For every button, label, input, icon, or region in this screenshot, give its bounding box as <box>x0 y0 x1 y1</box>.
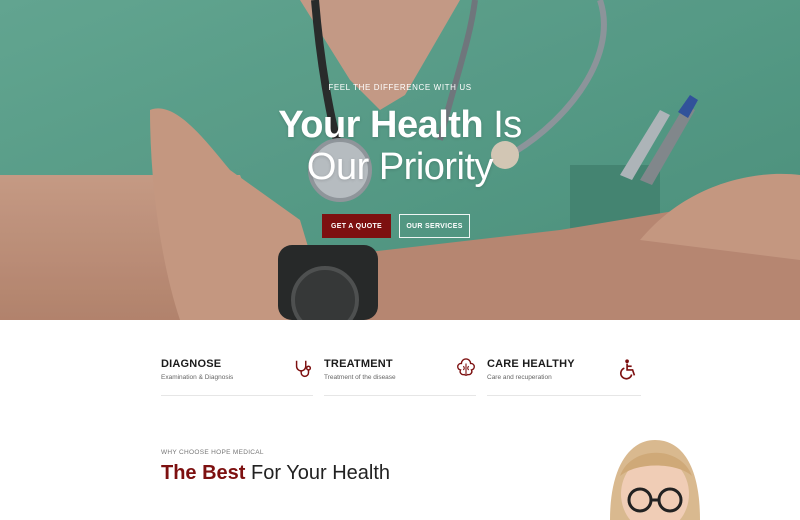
why-title-accent: The Best <box>161 462 246 484</box>
feature-treatment[interactable]: TREATMENT Treatment of the disease <box>324 355 476 396</box>
brain-icon <box>457 358 475 376</box>
hero-section: FEEL THE DIFFERENCE WITH US Your Health … <box>0 0 800 320</box>
features-row: DIAGNOSE Examination & Diagnosis TREATME… <box>161 355 641 397</box>
hero-headline-bold: Your Health <box>278 104 484 146</box>
feature-subtitle: Care and recuperation <box>487 374 552 381</box>
feature-title: CARE HEALTHY <box>487 358 575 370</box>
hero-headline-line1: Your Health Is <box>0 104 800 146</box>
feature-subtitle: Examination & Diagnosis <box>161 374 234 381</box>
why-title: The Best For Your Health <box>161 462 390 485</box>
hero-content: FEEL THE DIFFERENCE WITH US Your Health … <box>0 0 800 320</box>
hero-eyebrow: FEEL THE DIFFERENCE WITH US <box>328 83 472 92</box>
feature-subtitle: Treatment of the disease <box>324 374 396 381</box>
why-eyebrow: WHY CHOOSE HOPE MEDICAL <box>161 449 264 456</box>
get-a-quote-button[interactable]: GET A QUOTE <box>322 214 391 238</box>
why-title-rest: For Your Health <box>251 462 391 484</box>
feature-title: TREATMENT <box>324 358 393 370</box>
feature-care-healthy[interactable]: CARE HEALTHY Care and recuperation <box>487 355 641 396</box>
feature-title: DIAGNOSE <box>161 358 222 370</box>
stethoscope-icon <box>295 360 312 378</box>
our-services-button[interactable]: OUR SERVICES <box>399 214 470 238</box>
feature-diagnose[interactable]: DIAGNOSE Examination & Diagnosis <box>161 355 313 396</box>
doctor-portrait-image <box>610 440 700 520</box>
hero-headline-line2: Our Priority <box>306 146 494 188</box>
hero-headline-light: Is <box>493 104 522 146</box>
wheelchair-icon <box>620 359 636 380</box>
